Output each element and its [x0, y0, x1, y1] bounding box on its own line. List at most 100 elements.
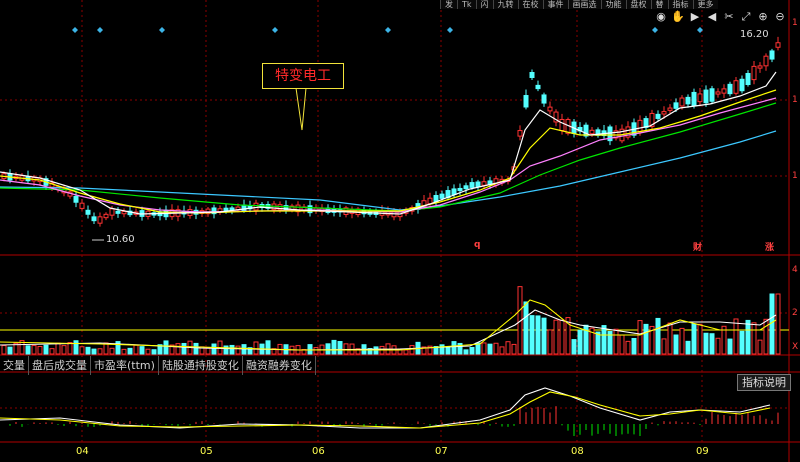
volume-bar: [337, 341, 343, 355]
volume-bar: [745, 319, 751, 355]
volume-bar: [493, 342, 499, 355]
volume-bar: [511, 343, 517, 355]
toolbar-item[interactable]: 发: [440, 0, 457, 9]
scissors-icon[interactable]: ✂: [722, 10, 736, 24]
volume-bar: [163, 340, 169, 355]
volume-bar: [703, 332, 709, 355]
candle: [673, 102, 679, 109]
volume-bar: [67, 342, 73, 355]
toolbar-item[interactable]: 九转: [492, 0, 518, 9]
axis-label: 1: [792, 171, 798, 181]
volume-bar: [211, 343, 217, 355]
candle: [667, 107, 673, 111]
month-label: 06: [312, 446, 325, 457]
candle: [751, 65, 757, 81]
candle: [463, 185, 469, 190]
toolbar-item[interactable]: 闪: [475, 0, 493, 9]
tab-after-hours-volume[interactable]: 盘后成交量: [29, 356, 91, 375]
volume-bar: [7, 346, 13, 355]
volume-bar: [529, 315, 535, 355]
volume-bar: [541, 317, 547, 355]
tab-margin-trading[interactable]: 融资融券变化: [243, 356, 316, 375]
volume-bar: [313, 347, 319, 355]
volume-bar: [445, 347, 451, 355]
zoom-in-icon[interactable]: ⊕: [756, 10, 770, 24]
toolbar-item[interactable]: 在校: [517, 0, 543, 9]
axis-label: 4: [792, 265, 798, 275]
candle: [115, 210, 121, 214]
volume-bar: [667, 322, 673, 355]
volume-bar: [55, 342, 61, 355]
indicator-help-button[interactable]: 指标说明: [737, 374, 791, 391]
volume-bar: [79, 346, 85, 355]
tab-northbound-holdings[interactable]: 陆股通持股变化: [159, 356, 243, 375]
volume-bar: [223, 345, 229, 355]
toolbar-item[interactable]: 画画选: [567, 0, 601, 9]
candle: [253, 202, 259, 211]
tab-volume[interactable]: 交量: [0, 356, 29, 375]
toolbar-item[interactable]: 盘权: [625, 0, 651, 9]
candle: [721, 88, 727, 94]
volume-bar: [253, 341, 259, 355]
hand-icon[interactable]: ✋: [671, 10, 685, 24]
volume-bar: [499, 346, 505, 355]
month-label: 05: [200, 446, 213, 457]
play-icon[interactable]: ▶: [688, 10, 702, 24]
tab-pe-ttm[interactable]: 市盈率(ttm): [91, 356, 159, 375]
volume-bar: [553, 319, 559, 355]
eye-icon[interactable]: ◉: [654, 10, 668, 24]
expand-icon[interactable]: ⤢: [739, 10, 753, 24]
volume-bar: [109, 347, 115, 355]
toolbar-item[interactable]: 更多: [692, 0, 718, 9]
candle: [763, 55, 769, 67]
toolbar-item[interactable]: 指标: [667, 0, 693, 9]
volume-bar: [739, 330, 745, 355]
candle: [703, 89, 709, 104]
candle: [457, 187, 463, 192]
candle: [637, 119, 643, 133]
volume-bar: [97, 348, 103, 355]
event-marker-financial[interactable]: 财: [693, 240, 702, 253]
toolbar-item[interactable]: Tk: [457, 0, 476, 9]
month-label: 07: [435, 446, 448, 457]
candle: [589, 129, 595, 135]
volume-bar: [235, 345, 241, 355]
candle: [121, 210, 127, 215]
volume-bar: [631, 337, 637, 355]
candle: [541, 94, 547, 104]
volume-bar: [133, 344, 139, 355]
event-marker-rise[interactable]: 涨: [765, 240, 774, 253]
event-marker-q[interactable]: q: [474, 240, 480, 250]
low-price-label: 10.60: [106, 234, 135, 245]
month-label: 08: [571, 446, 584, 457]
candle: [523, 95, 529, 108]
zoom-out-icon[interactable]: ⊖: [773, 10, 787, 24]
toolbar-item[interactable]: 事件: [542, 0, 568, 9]
candle: [661, 111, 667, 115]
candle: [769, 50, 775, 60]
candle: [559, 118, 565, 132]
chart-canvas[interactable]: [0, 0, 800, 462]
axis-label: X: [792, 342, 799, 352]
volume-bar: [727, 338, 733, 355]
volume-bar: [571, 339, 577, 355]
volume-bar: [655, 317, 661, 355]
toolbar-item[interactable]: 功能: [600, 0, 626, 9]
candle: [775, 42, 781, 48]
volume-bar: [481, 342, 487, 355]
volume-bar: [307, 344, 313, 355]
candle: [727, 83, 733, 95]
candle: [517, 130, 523, 137]
rewind-icon[interactable]: ◀: [705, 10, 719, 24]
volume-bar: [1, 345, 7, 355]
volume-bar: [91, 348, 97, 355]
candle: [109, 208, 115, 216]
candle: [655, 113, 661, 119]
volume-bar: [85, 346, 91, 355]
candle: [547, 106, 553, 112]
candle: [709, 88, 715, 102]
candle: [535, 84, 541, 90]
candle: [757, 65, 763, 69]
axis-label: 1: [792, 95, 798, 105]
toolbar-item[interactable]: 替: [650, 0, 668, 9]
